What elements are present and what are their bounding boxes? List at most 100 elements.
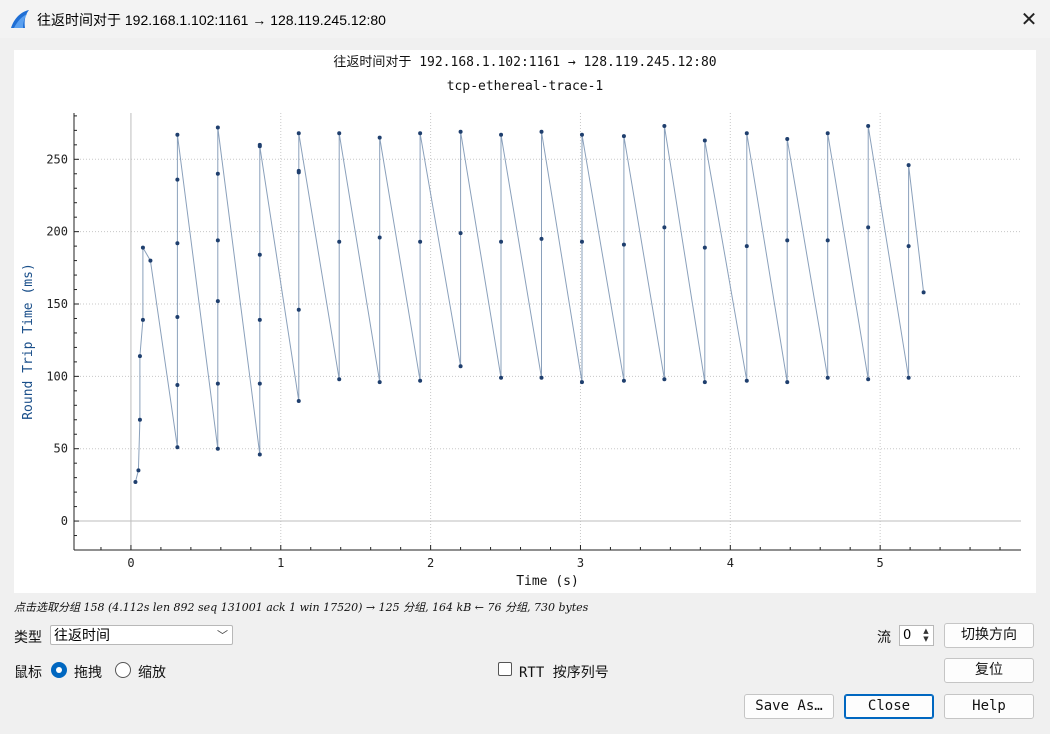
x-tick-label: 3 bbox=[577, 556, 584, 570]
data-point bbox=[785, 380, 790, 385]
data-point bbox=[579, 380, 584, 385]
data-point bbox=[215, 446, 220, 451]
data-point bbox=[175, 315, 180, 320]
data-point bbox=[785, 137, 790, 142]
close-icon: ✕ bbox=[1020, 7, 1038, 31]
data-point bbox=[137, 417, 142, 422]
data-point bbox=[175, 383, 180, 388]
data-point bbox=[140, 317, 145, 322]
data-point bbox=[539, 375, 544, 380]
data-point bbox=[257, 317, 262, 322]
data-point bbox=[175, 177, 180, 182]
data-point bbox=[257, 144, 262, 149]
data-point bbox=[662, 225, 667, 230]
data-point bbox=[702, 380, 707, 385]
y-axis-label: Round Trip Time (ms) bbox=[21, 263, 36, 420]
data-point bbox=[662, 377, 667, 382]
data-point bbox=[579, 132, 584, 137]
data-point bbox=[175, 132, 180, 137]
data-point bbox=[140, 245, 145, 250]
data-point bbox=[418, 378, 423, 383]
data-point bbox=[785, 238, 790, 243]
data-point bbox=[175, 241, 180, 246]
spin-up-icon[interactable]: ▲ bbox=[920, 627, 932, 635]
data-point bbox=[418, 131, 423, 136]
data-point bbox=[825, 238, 830, 243]
status-hint: 点击选取分组 158 (4.112s len 892 seq 131001 ac… bbox=[14, 601, 589, 614]
switch-direction-button[interactable]: 切换方向 bbox=[944, 623, 1034, 648]
data-point bbox=[499, 239, 504, 244]
data-point bbox=[825, 375, 830, 380]
data-point bbox=[418, 239, 423, 244]
data-point bbox=[744, 131, 749, 136]
x-tick-label: 0 bbox=[127, 556, 134, 570]
data-point bbox=[621, 378, 626, 383]
rtt-series-line bbox=[134, 125, 925, 483]
data-point bbox=[825, 131, 830, 136]
spin-down-icon[interactable]: ▼ bbox=[920, 635, 932, 643]
data-point bbox=[921, 290, 926, 295]
data-point bbox=[296, 398, 301, 403]
rtt-by-seq-label[interactable]: RTT 按序列号 bbox=[519, 662, 609, 682]
chart-subtitle: tcp-ethereal-trace-1 bbox=[447, 79, 604, 94]
data-point bbox=[866, 124, 871, 129]
data-point bbox=[257, 252, 262, 257]
rtt-by-seq-checkbox[interactable] bbox=[498, 662, 512, 676]
data-point bbox=[458, 129, 463, 134]
stream-label: 流 bbox=[877, 630, 891, 646]
data-point bbox=[906, 244, 911, 249]
data-point bbox=[137, 354, 142, 359]
help-button[interactable]: Help bbox=[944, 694, 1034, 719]
chart-title: 往返时间对于 192.168.1.102:1161 → 128.119.245.… bbox=[333, 55, 716, 70]
data-point bbox=[621, 134, 626, 139]
data-point bbox=[296, 307, 301, 312]
data-point bbox=[215, 125, 220, 130]
data-point bbox=[215, 299, 220, 304]
mouse-label: 鼠标 bbox=[14, 665, 42, 681]
data-point bbox=[906, 375, 911, 380]
data-point bbox=[744, 244, 749, 249]
data-point bbox=[458, 364, 463, 369]
data-point bbox=[337, 377, 342, 382]
save-as-button[interactable]: Save As… bbox=[744, 694, 834, 719]
data-point bbox=[579, 239, 584, 244]
data-point bbox=[215, 238, 220, 243]
window-title: 往返时间对于 192.168.1.102:1161 → 128.119.245.… bbox=[37, 12, 386, 28]
y-tick-label: 50 bbox=[54, 442, 68, 456]
reset-button[interactable]: 复位 bbox=[944, 658, 1034, 683]
data-point bbox=[175, 445, 180, 450]
type-select-value: 往返时间 bbox=[54, 628, 110, 644]
data-point bbox=[702, 245, 707, 250]
data-point bbox=[499, 375, 504, 380]
y-tick-label: 0 bbox=[61, 514, 68, 528]
y-tick-label: 250 bbox=[46, 152, 68, 166]
x-tick-label: 2 bbox=[427, 556, 434, 570]
stream-value: 0 bbox=[903, 628, 912, 643]
drag-radio[interactable] bbox=[51, 662, 67, 678]
data-point bbox=[257, 381, 262, 386]
data-point bbox=[866, 225, 871, 230]
y-tick-label: 100 bbox=[46, 369, 68, 383]
zoom-radio[interactable] bbox=[115, 662, 131, 678]
type-label: 类型 bbox=[14, 630, 42, 646]
x-tick-label: 4 bbox=[727, 556, 734, 570]
drag-label[interactable]: 拖拽 bbox=[74, 662, 102, 682]
chevron-down-icon: ﹀ bbox=[217, 629, 228, 642]
rtt-chart[interactable]: 往返时间对于 192.168.1.102:1161 → 128.119.245.… bbox=[14, 50, 1036, 593]
close-button[interactable]: Close bbox=[844, 694, 934, 719]
type-select[interactable]: 往返时间 ﹀ bbox=[50, 625, 233, 645]
data-point bbox=[133, 479, 138, 484]
data-point bbox=[337, 131, 342, 136]
data-point bbox=[377, 380, 382, 385]
data-point bbox=[906, 163, 911, 168]
window-titlebar: 往返时间对于 192.168.1.102:1161 → 128.119.245.… bbox=[0, 0, 1050, 38]
data-point bbox=[148, 258, 153, 263]
x-tick-label: 1 bbox=[277, 556, 284, 570]
window-close-button[interactable]: ✕ bbox=[1014, 4, 1044, 34]
zoom-label[interactable]: 缩放 bbox=[138, 662, 166, 682]
data-point bbox=[337, 239, 342, 244]
stream-spinbox[interactable]: 0 ▲ ▼ bbox=[899, 625, 934, 646]
data-point bbox=[744, 378, 749, 383]
data-point bbox=[136, 468, 141, 473]
plot-area[interactable]: 往返时间对于 192.168.1.102:1161 → 128.119.245.… bbox=[14, 50, 1036, 593]
